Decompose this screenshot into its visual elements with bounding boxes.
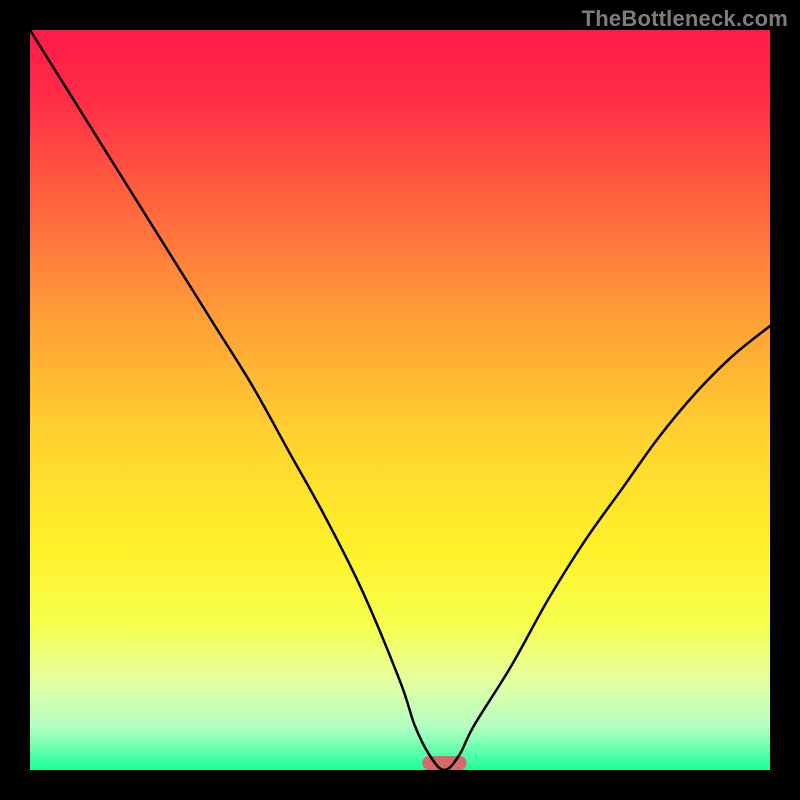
chart-frame: TheBottleneck.com [0,0,800,800]
bottleneck-chart [30,30,770,770]
optimal-marker [422,756,466,770]
chart-background [30,30,770,770]
watermark-text: TheBottleneck.com [582,6,788,32]
